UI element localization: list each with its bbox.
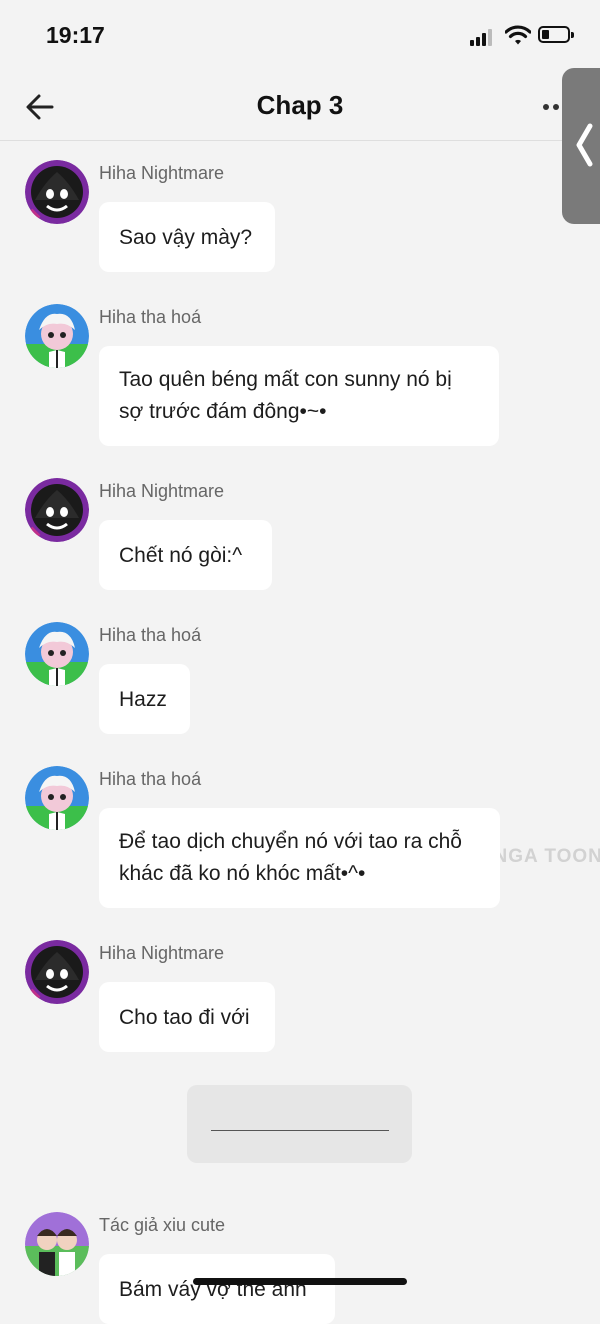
divider-card [187,1085,412,1163]
message-bubble: Hazz [99,664,190,734]
more-dots-icon[interactable] [540,100,564,114]
page-title: Chap 3 [256,90,344,120]
divider-line [211,1130,389,1131]
side-chevron-icon [576,123,593,167]
nav-bar: Chap 3 [0,72,600,141]
status-time: 19:17 [46,22,105,48]
message-bubble: Tao quên béng mất con sunny nó bị sợ trư… [99,346,499,446]
sender-name: Hiha tha hoá [99,307,202,327]
message-bubble: Để tao dịch chuyển nó với tao ra chỗ khá… [99,808,500,908]
signal-icon [470,28,496,46]
message-bubble: Chết nó gòi:^ [99,520,272,590]
status-bar: 19:17 [0,0,600,70]
sender-name: Hiha Nightmare [99,943,225,963]
sender-name: Tác giả xiu cute [99,1215,226,1235]
message-bubble: Bám váy vợ thế anh [99,1254,335,1324]
avatar[interactable] [25,304,89,368]
avatar[interactable] [25,160,89,224]
battery-icon [538,26,574,43]
avatar[interactable] [25,622,89,686]
message-bubble: Cho tao đi với [99,982,275,1052]
side-panel-tab[interactable] [562,68,600,224]
home-indicator[interactable] [193,1278,407,1285]
sender-name: Hiha tha hoá [99,769,202,789]
sender-name: Hiha Nightmare [99,481,225,501]
avatar[interactable] [25,766,89,830]
sender-name: Hiha tha hoá [99,625,202,645]
avatar[interactable] [25,940,89,1004]
message-bubble: Sao vậy mày? [99,202,275,272]
avatar[interactable] [25,1212,89,1276]
sender-name: Hiha Nightmare [99,163,225,183]
wifi-icon [505,25,531,45]
avatar[interactable] [25,478,89,542]
